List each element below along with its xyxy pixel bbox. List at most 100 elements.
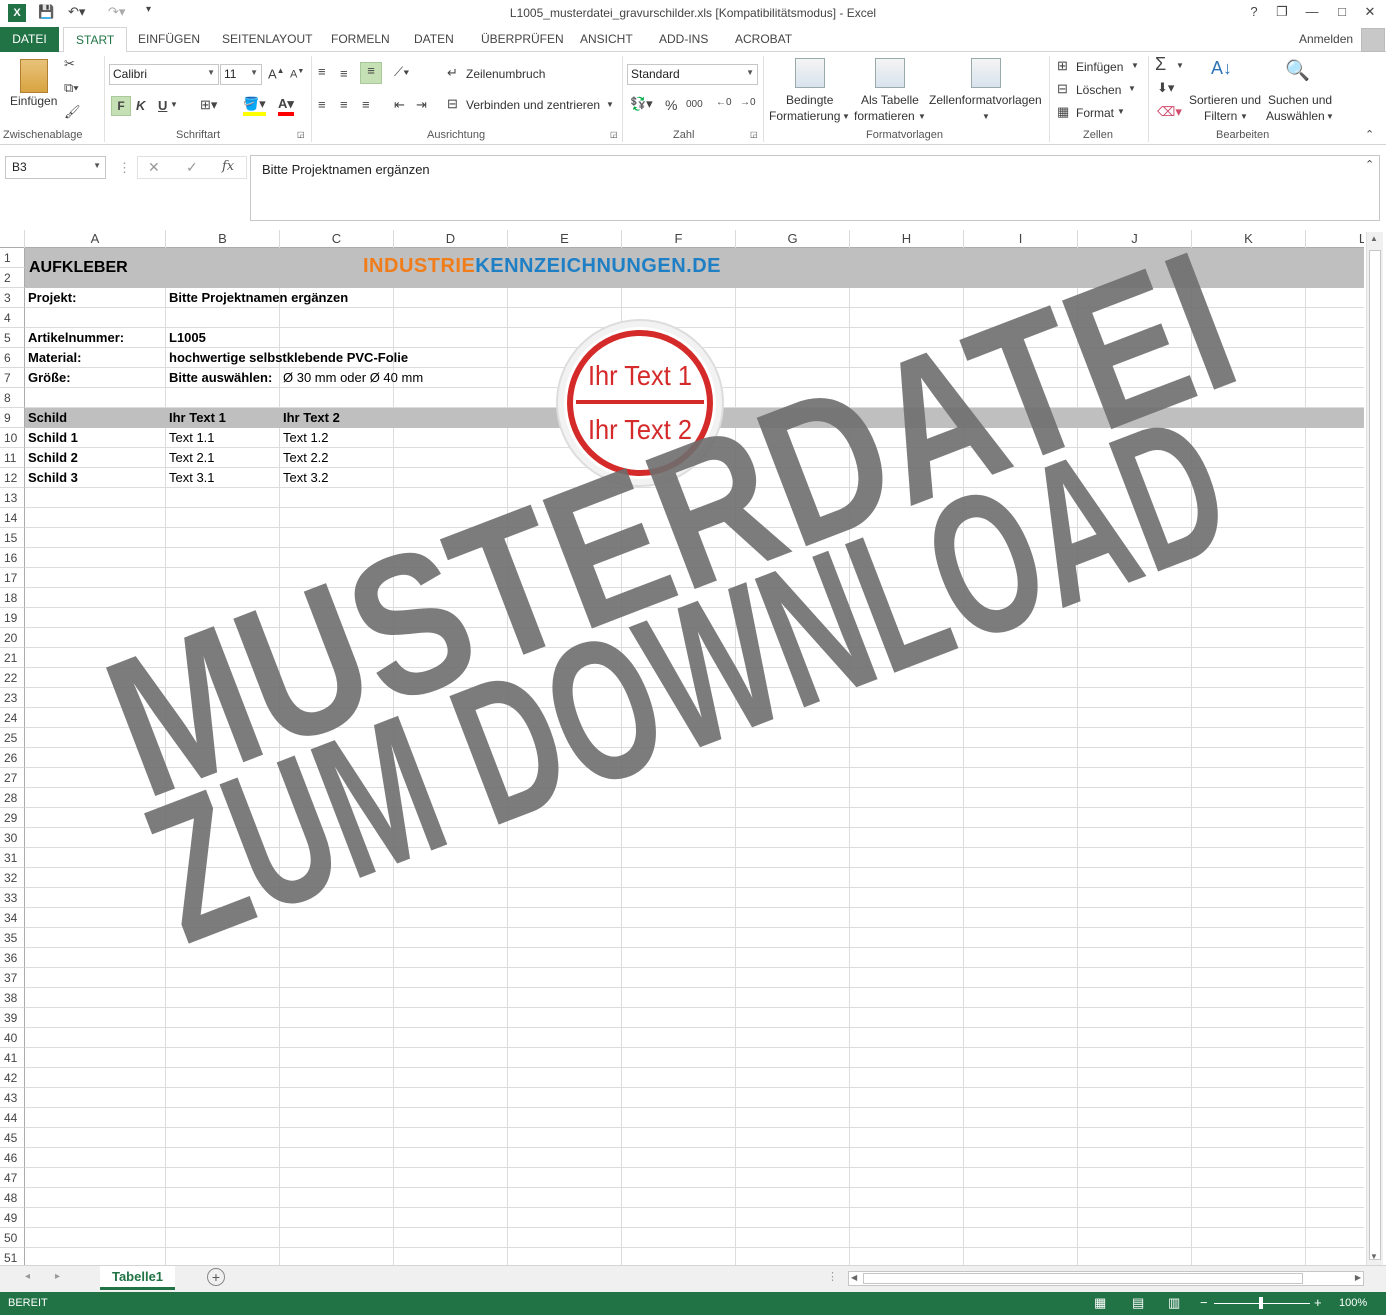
tab-page-layout[interactable]: SEITENLAYOUT [222,32,312,46]
chevron-down-icon[interactable]: ▼ [1117,107,1125,116]
row-header[interactable]: 37 [0,968,25,988]
fill-color-icon[interactable]: 🪣▾ [243,96,266,116]
page-layout-view-icon[interactable]: ▤ [1132,1295,1144,1311]
row-header[interactable]: 15 [0,528,25,548]
zoom-slider-thumb[interactable] [1259,1297,1263,1309]
column-header[interactable]: I [964,230,1078,248]
conditional-formatting-label-2[interactable]: Formatierung [769,109,840,123]
row-header[interactable]: 25 [0,728,25,748]
align-bottom-icon[interactable]: ≡ [360,62,382,84]
row-header[interactable]: 41 [0,1048,25,1068]
spreadsheet-grid[interactable]: ABCDEFGHIJKL 1 2 3 4 5 6 7 8 9 10 11 12 13 14 15 16 17 18… [0,230,1364,1265]
copy-icon[interactable]: ⧉▾ [64,80,79,96]
scroll-thumb[interactable] [1369,250,1381,1260]
row-header[interactable]: 36 [0,948,25,968]
tab-addins[interactable]: ADD-INS [659,32,708,46]
row-header[interactable]: 28 [0,788,25,808]
align-middle-icon[interactable]: ≡ [340,66,348,81]
insert-cells-icon[interactable]: ⊞ [1057,58,1068,74]
scroll-thumb[interactable] [863,1273,1303,1284]
orientation-icon[interactable]: ⟋▾ [394,64,409,80]
merge-center-button[interactable]: Verbinden und zentrieren [466,98,600,112]
cell-b12[interactable]: Text 3.1 [166,468,215,488]
row-header[interactable]: 3 [0,288,25,308]
row-header[interactable]: 20 [0,628,25,648]
avatar[interactable] [1361,28,1385,52]
cut-icon[interactable]: ✂ [64,56,75,72]
cancel-icon[interactable]: ✕ [148,159,160,176]
chevron-down-icon[interactable]: ▼ [842,112,850,121]
scroll-right-icon[interactable]: ▶ [1355,1273,1361,1282]
cell-c10[interactable]: Text 1.2 [280,428,329,448]
cell-b7[interactable]: Bitte auswählen: [166,368,272,388]
row-header[interactable]: 27 [0,768,25,788]
align-top-icon[interactable]: ≡ [318,64,326,79]
decrease-decimal-icon[interactable]: →0 [740,97,756,108]
cell-b6[interactable]: hochwertige selbstklebende PVC-Folie [166,348,408,368]
row-header[interactable]: 31 [0,848,25,868]
find-select-label-2[interactable]: Auswählen [1266,109,1325,123]
paste-button[interactable]: Einfügen [10,94,57,108]
insert-cells-button[interactable]: Einfügen [1076,60,1123,74]
column-header[interactable]: K [1192,230,1306,248]
format-cells-icon[interactable]: ▦ [1057,104,1069,120]
row-header[interactable]: 12 [0,468,25,488]
scroll-up-icon[interactable]: ▲ [1370,234,1378,243]
tab-formulas[interactable]: FORMELN [331,32,390,46]
row-header[interactable]: 40 [0,1028,25,1048]
add-sheet-icon[interactable]: + [207,1268,225,1286]
select-all-corner[interactable] [0,230,25,248]
scroll-left-icon[interactable]: ◀ [851,1273,857,1282]
chevron-down-icon[interactable]: ▼ [1326,112,1334,121]
sort-filter-label-2[interactable]: Filtern [1204,109,1237,123]
cell-a12[interactable]: Schild 3 [25,468,78,488]
cell-a6[interactable]: Material: [25,348,81,368]
decrease-indent-icon[interactable]: ⇤ [394,97,405,113]
row-header[interactable]: 45 [0,1128,25,1148]
dialog-launcher-icon[interactable]: ◲ [297,130,305,139]
row-header[interactable]: 51 [0,1248,25,1265]
row-header[interactable]: 11 [0,448,25,468]
cell-a11[interactable]: Schild 2 [25,448,78,468]
horizontal-scrollbar[interactable]: ◀ ▶ [848,1271,1364,1286]
zoom-in-icon[interactable]: + [1314,1295,1322,1310]
stamp-image[interactable]: Ihr Text 1 Ihr Text 2 [555,318,725,488]
italic-button[interactable]: K [136,98,145,113]
delete-cells-icon[interactable]: ⊟ [1057,81,1068,97]
underline-button[interactable]: U [158,98,167,113]
column-header[interactable]: E [508,230,622,248]
row-header[interactable]: 23 [0,688,25,708]
grow-font-icon[interactable]: A▲ [268,66,285,81]
row-header[interactable]: 7 [0,368,25,388]
row-header[interactable]: 21 [0,648,25,668]
chevron-down-icon[interactable]: ▼ [606,100,614,109]
row-header[interactable]: 2 [0,268,25,288]
cell-b9[interactable]: Ihr Text 1 [166,408,226,428]
vertical-scrollbar[interactable]: ▲ ▼ [1366,232,1383,1265]
wrap-text-icon[interactable]: ↵ [447,65,458,81]
next-sheet-icon[interactable]: ▸ [55,1271,60,1282]
row-header[interactable]: 34 [0,908,25,928]
cell-a5[interactable]: Artikelnummer: [25,328,124,348]
ribbon-display-button[interactable]: ❐ [1272,4,1292,20]
currency-icon[interactable]: 💱▾ [630,96,653,112]
cell-a1[interactable]: AUFKLEBER [26,258,128,278]
row-header[interactable]: 6 [0,348,25,368]
font-color-icon[interactable]: A▾ [278,96,294,116]
row-header[interactable]: 38 [0,988,25,1008]
row-header[interactable]: 42 [0,1068,25,1088]
format-cells-button[interactable]: Format [1076,106,1114,120]
row-header[interactable]: 5 [0,328,25,348]
binoculars-icon[interactable]: 🔍 [1285,58,1310,83]
row-header[interactable]: 44 [0,1108,25,1128]
name-box[interactable]: B3 ▼ [5,156,106,179]
cell-b11[interactable]: Text 2.1 [166,448,215,468]
number-format-combo[interactable]: Standard ▼ [627,64,758,85]
row-header[interactable]: 49 [0,1208,25,1228]
sort-filter-icon[interactable]: A↓ [1211,58,1232,79]
row-header[interactable]: 33 [0,888,25,908]
row-header[interactable]: 24 [0,708,25,728]
column-header[interactable]: D [394,230,508,248]
sign-in-link[interactable]: Anmelden [1299,32,1353,46]
row-header[interactable]: 48 [0,1188,25,1208]
